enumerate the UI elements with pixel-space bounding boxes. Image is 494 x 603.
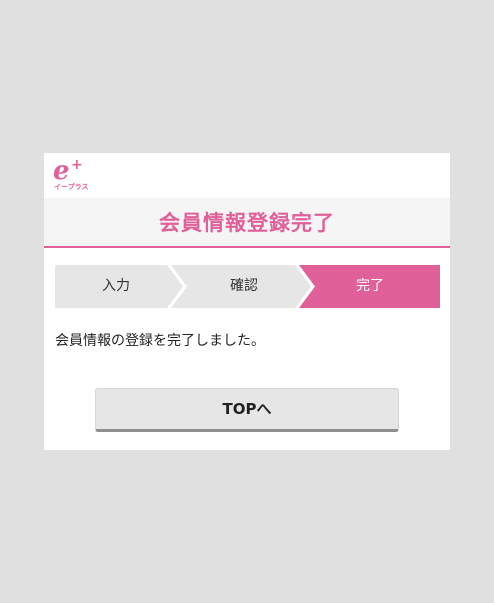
logo-subtitle: イープラス — [54, 183, 89, 191]
svg-text:e: e — [53, 157, 70, 183]
page-title: 会員情報登録完了 — [159, 211, 335, 235]
step-label-input: 入力 — [102, 278, 130, 294]
content-card: e + イープラス 会員情報登録完了 入力 確認 完了 会員情報の登録を完了しま… — [44, 153, 450, 450]
title-bar: 会員情報登録完了 — [44, 198, 450, 248]
top-button[interactable]: TOPへ — [95, 388, 399, 432]
step-indicator: 入力 確認 完了 — [55, 265, 440, 308]
completion-message: 会員情報の登録を完了しました。 — [55, 333, 265, 349]
logo-mark-icon: e + — [53, 157, 83, 183]
svg-text:+: + — [71, 157, 83, 173]
step-label-confirm: 確認 — [230, 278, 258, 294]
step-label-complete: 完了 — [356, 278, 384, 294]
eplus-logo[interactable]: e + イープラス — [53, 157, 89, 193]
